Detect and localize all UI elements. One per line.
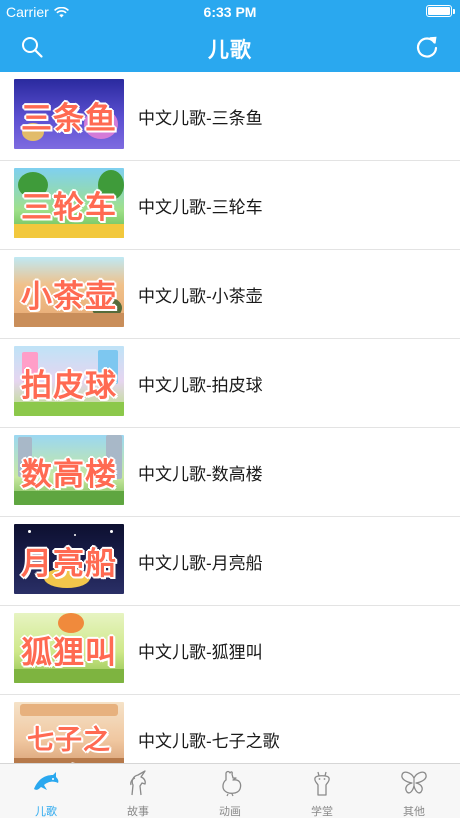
- song-title: 中文儿歌-数高楼: [138, 465, 263, 484]
- tab-school[interactable]: 学堂: [276, 764, 368, 818]
- list-item[interactable]: 七子之歌 中文儿歌-七子之歌: [0, 695, 460, 763]
- video-thumbnail: 三轮车: [14, 168, 124, 238]
- refresh-icon[interactable]: [414, 34, 440, 60]
- nav-bar: 儿歌: [0, 24, 460, 72]
- video-thumbnail: 狐狸叫: [14, 613, 124, 683]
- tab-label: 学堂: [311, 806, 333, 818]
- song-title: 中文儿歌-三条鱼: [138, 109, 263, 128]
- thumbnail-caption: 月亮船: [21, 546, 117, 581]
- song-title: 中文儿歌-拍皮球: [138, 376, 263, 395]
- header: Carrier 6:33 PM 儿歌: [0, 0, 460, 72]
- thumbnail-caption: 三轮车: [21, 190, 117, 225]
- video-thumbnail: 七子之歌: [14, 702, 124, 763]
- thumbnail-caption: 三条鱼: [21, 101, 117, 136]
- tab-label: 其他: [403, 806, 425, 818]
- status-bar: Carrier 6:33 PM: [0, 0, 460, 24]
- list-item[interactable]: 月亮船 中文儿歌-月亮船: [0, 517, 460, 606]
- rooster-icon: [222, 770, 242, 797]
- status-time: 6:33 PM: [203, 4, 257, 20]
- thumbnail-caption: 小茶壶: [21, 279, 117, 314]
- giraffe-icon: [314, 771, 330, 796]
- tab-label: 动画: [219, 806, 241, 818]
- tab-stories[interactable]: 故事: [92, 764, 184, 818]
- tab-label: 故事: [127, 806, 149, 818]
- page-title: 儿歌: [208, 39, 252, 62]
- list-item[interactable]: 拍皮球 中文儿歌-拍皮球: [0, 339, 460, 428]
- song-title: 中文儿歌-月亮船: [138, 554, 263, 573]
- list-item[interactable]: 小茶壶 中文儿歌-小茶壶: [0, 250, 460, 339]
- tab-other[interactable]: 其他: [368, 764, 460, 818]
- tab-label: 儿歌: [35, 806, 57, 818]
- song-title: 中文儿歌-狐狸叫: [138, 643, 263, 662]
- song-title: 中文儿歌-小茶壶: [138, 287, 263, 306]
- thumbnail-caption: 狐狸叫: [21, 635, 117, 670]
- video-thumbnail: 小茶壶: [14, 257, 124, 327]
- video-thumbnail: 三条鱼: [14, 79, 124, 149]
- thumbnail-caption: 拍皮球: [21, 368, 117, 403]
- list-item[interactable]: 狐狸叫 中文儿歌-狐狸叫: [0, 606, 460, 695]
- battery-icon: [426, 5, 455, 17]
- list-item[interactable]: 数高楼 中文儿歌-数高楼: [0, 428, 460, 517]
- list-item[interactable]: 三条鱼 中文儿歌-三条鱼: [0, 72, 460, 161]
- video-thumbnail: 拍皮球: [14, 346, 124, 416]
- tab-songs[interactable]: 儿歌: [0, 764, 92, 818]
- tab-animation[interactable]: 动画: [184, 764, 276, 818]
- video-thumbnail: 数高楼: [14, 435, 124, 505]
- song-list: 三条鱼 中文儿歌-三条鱼 三轮车 中文儿歌-三轮车 小茶壶 中文儿歌-小茶壶 拍…: [0, 72, 460, 763]
- song-title: 中文儿歌-三轮车: [138, 198, 263, 217]
- list-item[interactable]: 三轮车 中文儿歌-三轮车: [0, 161, 460, 250]
- unicorn-icon: [130, 770, 146, 796]
- song-title: 中文儿歌-七子之歌: [138, 732, 280, 751]
- thumbnail-caption: 七子之歌: [27, 725, 111, 755]
- tab-bar: 儿歌 故事 动画 学堂 其他: [0, 763, 460, 818]
- dolphin-icon: [34, 772, 59, 790]
- video-thumbnail: 月亮船: [14, 524, 124, 594]
- butterfly-icon: [401, 771, 427, 794]
- thumbnail-caption: 数高楼: [21, 457, 117, 492]
